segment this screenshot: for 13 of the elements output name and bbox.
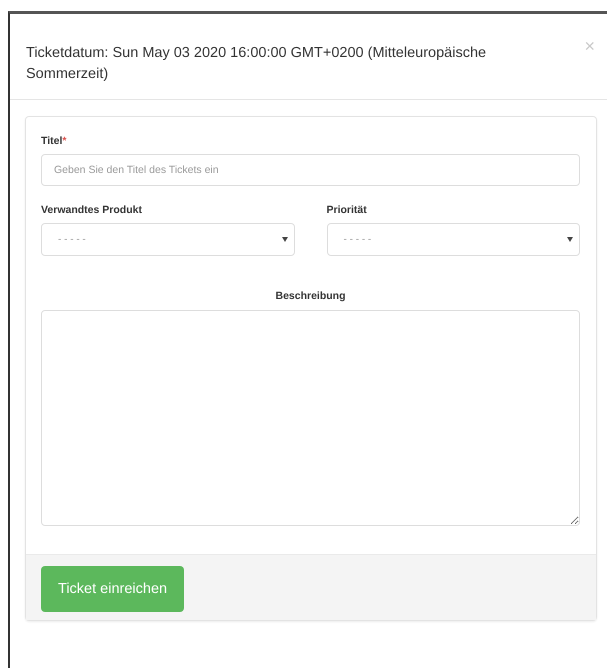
caret-icon [282,237,288,242]
field-label: Titel* [41,135,68,147]
submit-button[interactable]: Ticket einreichen [41,566,184,612]
field-label: Priorität [326,204,368,216]
close-button[interactable]: × [584,37,595,55]
modal-title: Ticketdatum: Sun May 03 2020 16:00:00 GMT+0200 (Mitteleuropäische Sommerzeit) [26,44,488,84]
caret-icon [567,237,573,242]
field-label: Verwandtes Produkt [41,204,143,216]
field-label: Beschreibung [274,290,346,302]
select-dropdown[interactable]: - - - - - [326,223,580,256]
title-input-field[interactable]: Geben Sie den Titel des Tickets ein [41,154,580,186]
select-dropdown[interactable]: - - - - - [41,223,294,256]
description-textarea[interactable] [41,310,580,526]
